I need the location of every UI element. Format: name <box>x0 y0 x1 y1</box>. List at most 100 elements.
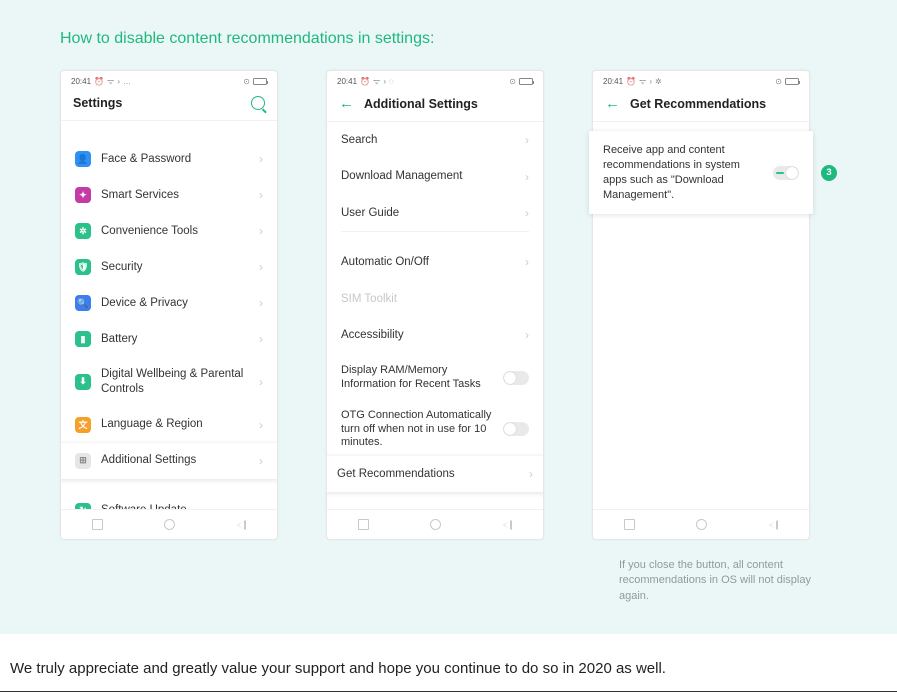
nav-back-icon[interactable] <box>503 520 512 530</box>
chevron-right-icon: › <box>259 418 263 432</box>
settings-item-convenience-tools[interactable]: ✲ Convenience Tools › <box>61 213 277 249</box>
item-label: Additional Settings <box>101 453 249 468</box>
chevron-right-icon: › <box>525 133 529 147</box>
privacy-icon: 🔍 <box>75 295 91 311</box>
chevron-right-icon: › <box>525 328 529 342</box>
row-label: User Guide <box>341 206 525 220</box>
back-icon[interactable]: ← <box>339 96 354 111</box>
nav-recent-icon[interactable] <box>624 519 635 530</box>
row-display-ram[interactable]: Display RAM/Memory Information for Recen… <box>327 353 543 403</box>
settings-item-battery[interactable]: ▮ Battery › <box>61 321 277 357</box>
chevron-right-icon: › <box>259 332 263 346</box>
status-time: 20:41 <box>603 77 623 86</box>
settings-item-software-update[interactable]: ↻ Software Update › <box>61 493 277 509</box>
tools-icon: ✲ <box>75 223 91 239</box>
row-search[interactable]: Search › <box>327 122 543 158</box>
wifi-icon: ᯤ <box>373 76 380 87</box>
chevron-right-icon: › <box>259 296 263 310</box>
row-label: Download Management <box>341 169 525 183</box>
settings-item-face-password[interactable]: 👤 Face & Password › <box>61 141 277 177</box>
chevron-right-icon: › <box>259 375 263 389</box>
status-bar: 20:41 ⏰ ᯤ › ◌ ⊙ <box>327 71 543 90</box>
title-bar: Settings <box>61 90 277 121</box>
page-title: Additional Settings <box>364 97 478 111</box>
update-icon: ↻ <box>75 503 91 509</box>
battery-icon <box>785 78 799 85</box>
nav-home-icon[interactable] <box>430 519 441 530</box>
item-label: Smart Services <box>101 188 249 203</box>
nav-recent-icon[interactable] <box>92 519 103 530</box>
row-user-guide[interactable]: User Guide › <box>327 195 543 231</box>
panel-heading: How to disable content recommendations i… <box>60 30 837 48</box>
nav-back-icon[interactable] <box>237 520 246 530</box>
more-icon: › <box>383 77 386 86</box>
row-get-recommendations[interactable]: Get Recommendations › 2 <box>327 456 543 492</box>
footer-text: We truly appreciate and greatly value yo… <box>0 634 897 692</box>
settings-item-digital-wellbeing[interactable]: ⬇ Digital Wellbeing & Parental Controls … <box>61 357 277 407</box>
page-title: Settings <box>73 96 122 110</box>
wifi-icon: ᯤ <box>639 76 646 87</box>
settings-item-language-region[interactable]: 文 Language & Region › <box>61 407 277 443</box>
row-sim-toolkit: SIM Toolkit <box>327 281 543 317</box>
signal-icon: ⊙ <box>775 77 782 86</box>
signal-icon: ⊙ <box>243 77 250 86</box>
alarm-icon: ⏰ <box>94 77 104 86</box>
shield-icon: 🛡 <box>75 259 91 275</box>
status-time: 20:41 <box>71 77 91 86</box>
chevron-right-icon: › <box>525 206 529 220</box>
row-label: SIM Toolkit <box>341 292 529 306</box>
additional-icon: ⊞ <box>75 453 91 469</box>
toggle-otg[interactable] <box>503 422 529 436</box>
sync-icon: ✲ <box>655 77 662 86</box>
nav-back-icon[interactable] <box>769 520 778 530</box>
row-label: Search <box>341 133 525 147</box>
alarm-icon: ⏰ <box>360 77 370 86</box>
settings-list: 👤 Face & Password › ✦ Smart Services › ✲… <box>61 121 277 509</box>
nav-recent-icon[interactable] <box>358 519 369 530</box>
row-otg-connection[interactable]: OTG Connection Automatically turn off wh… <box>327 403 543 456</box>
phone-settings: 20:41 ⏰ ᯤ › … ⊙ Settings 👤 F <box>60 70 278 540</box>
settings-item-device-privacy[interactable]: 🔍 Device & Privacy › <box>61 285 277 321</box>
item-label: Face & Password <box>101 152 249 167</box>
settings-item-smart-services[interactable]: ✦ Smart Services › <box>61 177 277 213</box>
battery-icon <box>253 78 267 85</box>
row-accessibility[interactable]: Accessibility › <box>327 317 543 353</box>
chevron-right-icon: › <box>259 188 263 202</box>
item-label: Software Update <box>101 503 249 509</box>
row-receive-recommendations[interactable]: Receive app and content recommendations … <box>589 131 813 214</box>
row-label: Display RAM/Memory Information for Recen… <box>341 364 503 392</box>
row-backup-reset[interactable]: Backup and Reset › <box>327 504 543 509</box>
row-label: Accessibility <box>341 328 525 342</box>
search-icon[interactable] <box>251 96 265 110</box>
chevron-right-icon: › <box>525 255 529 269</box>
nav-home-icon[interactable] <box>696 519 707 530</box>
back-icon[interactable]: ← <box>605 96 620 111</box>
item-label: Security <box>101 260 249 275</box>
status-bar: 20:41 ⏰ ᯤ › … ⊙ <box>61 71 277 90</box>
face-icon: 👤 <box>75 151 91 167</box>
row-automatic-onoff[interactable]: Automatic On/Off › <box>327 244 543 280</box>
sync-icon: ◌ <box>389 77 394 86</box>
row-download-management[interactable]: Download Management › <box>327 158 543 194</box>
settings-item-additional-settings[interactable]: ⊞ Additional Settings › 1 <box>61 443 277 479</box>
battery-settings-icon: ▮ <box>75 331 91 347</box>
toggle-recommendations[interactable] <box>773 166 799 180</box>
wellbeing-icon: ⬇ <box>75 374 91 390</box>
additional-settings-list: Search › Download Management › User Guid… <box>327 122 543 509</box>
settings-item-security[interactable]: 🛡 Security › <box>61 249 277 285</box>
nav-home-icon[interactable] <box>164 519 175 530</box>
nav-bar <box>327 509 543 539</box>
row-label: OTG Connection Automatically turn off wh… <box>341 409 503 450</box>
item-label: Device & Privacy <box>101 296 249 311</box>
language-icon: 文 <box>75 417 91 433</box>
chevron-right-icon: › <box>529 467 533 481</box>
toggle-ram[interactable] <box>503 371 529 385</box>
phone-get-recommendations: 20:41 ⏰ ᯤ › ✲ ⊙ ← Get Recommendations Re… <box>592 70 810 540</box>
chevron-right-icon: › <box>259 454 263 468</box>
instruction-panel: How to disable content recommendations i… <box>0 0 897 634</box>
otg-label: OTG Connection <box>341 409 424 421</box>
signal-icon: ⊙ <box>509 77 516 86</box>
page-title: Get Recommendations <box>630 97 766 111</box>
battery-icon <box>519 78 533 85</box>
panel-caption: If you close the button, all content rec… <box>619 558 837 604</box>
